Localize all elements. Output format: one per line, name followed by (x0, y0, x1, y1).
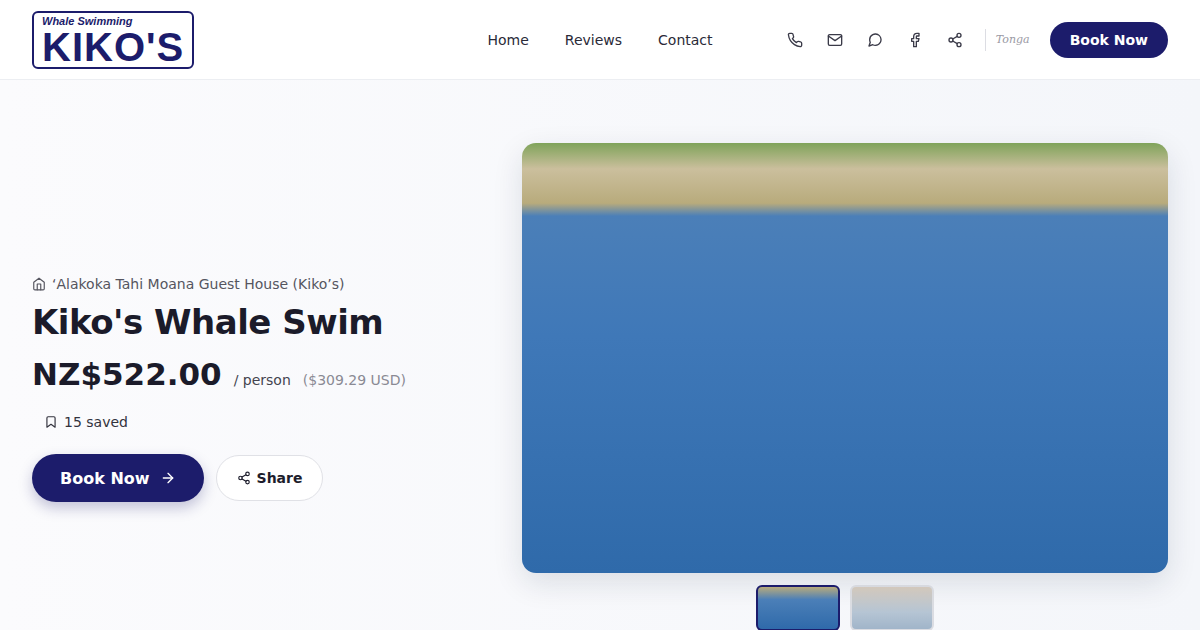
arrow-right-icon (160, 470, 176, 486)
bookmark-icon (44, 415, 58, 429)
phone-icon[interactable] (785, 30, 805, 50)
logo-wordmark: KIKO'S (42, 27, 184, 67)
mail-icon[interactable] (825, 30, 845, 50)
nav-link[interactable]: Reviews (565, 32, 622, 48)
share-button[interactable]: Share (216, 455, 324, 501)
price-row: NZ$522.00 / person ($309.29 USD) (32, 356, 522, 392)
nav-link[interactable]: Contact (658, 32, 712, 48)
book-now-button[interactable]: Book Now (1050, 22, 1168, 58)
saved-count[interactable]: 15 saved (44, 414, 522, 430)
share-icon (237, 471, 251, 485)
location: ‘Alakoka Tahi Moana Guest House (Kiko’s) (32, 276, 522, 292)
header: Whale SwimmingKIKO'S Home Reviews Contact To… (0, 0, 1200, 80)
facebook-icon[interactable] (905, 30, 925, 50)
logo-tagline: Whale Swimming (42, 14, 132, 27)
share-icon[interactable] (945, 30, 965, 50)
thumbnail[interactable] (850, 585, 934, 630)
alt-price: ($309.29 USD) (303, 372, 406, 388)
thumbnails (756, 585, 934, 630)
price: NZ$522.00 (32, 356, 222, 392)
listing-actions: Book Now Share (32, 454, 522, 502)
listing-info: ‘Alakoka Tahi Moana Guest House (Kiko’s)… (32, 80, 522, 630)
listing-title: Kiko's Whale Swim (32, 302, 522, 342)
main-nav: Home Reviews Contact (487, 32, 712, 48)
hero: ‘Alakoka Tahi Moana Guest House (Kiko’s)… (0, 80, 1200, 630)
page: Whale SwimmingKIKO'S Home Reviews Contact To… (0, 0, 1200, 630)
book-now-button[interactable]: Book Now (32, 454, 204, 502)
thumbnail[interactable] (756, 585, 840, 630)
main-photo[interactable] (522, 143, 1168, 573)
store-icon (32, 277, 46, 291)
price-unit: / person (234, 372, 291, 388)
logo[interactable]: Whale SwimmingKIKO'S (32, 11, 194, 69)
divider (985, 29, 986, 51)
partner-logo[interactable]: Tonga (996, 33, 1030, 46)
gallery (522, 80, 1168, 630)
nav-link[interactable]: Home (487, 32, 528, 48)
header-actions: Tonga Book Now (785, 22, 1168, 58)
chat-icon[interactable] (865, 30, 885, 50)
